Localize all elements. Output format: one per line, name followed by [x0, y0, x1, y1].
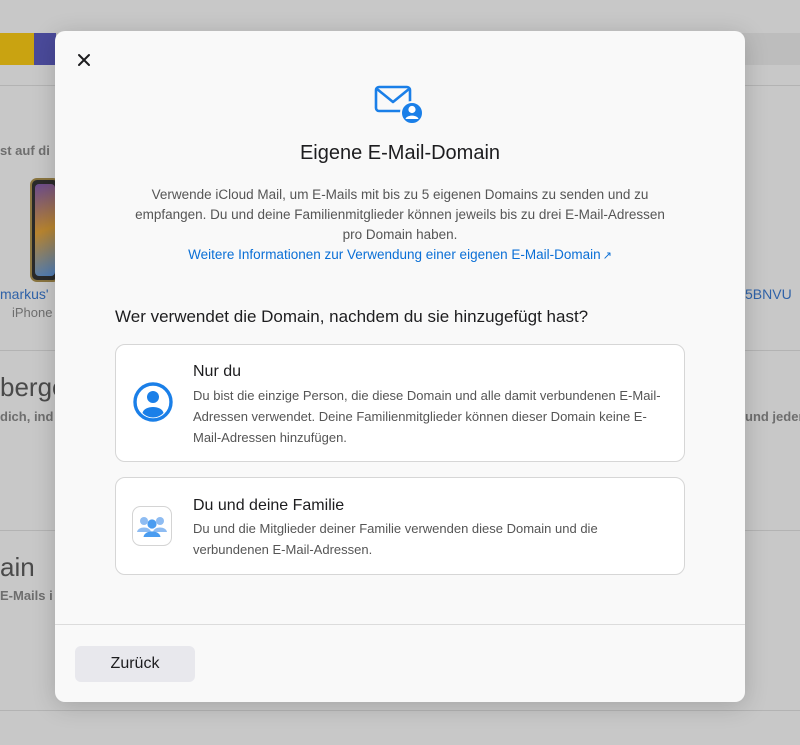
background-banner-purple — [34, 33, 56, 65]
back-button[interactable]: Zurück — [75, 646, 195, 682]
background-device-id: 5BNVU — [745, 286, 792, 302]
option-title: Nur du — [193, 363, 242, 380]
background-subtext-right: und jeder — [745, 409, 800, 424]
learn-more-link[interactable]: Weitere Informationen zur Verwendung ein… — [55, 247, 745, 262]
option-only-you[interactable]: Nur du Du bist die einzige Person, die d… — [115, 344, 685, 462]
dialog-title: Eigene E-Mail-Domain — [299, 142, 501, 164]
background-subtext: dich, ind — [0, 409, 54, 424]
background-device-name: markus' — [0, 286, 49, 302]
background-section-text: st auf di — [0, 143, 50, 158]
background-divider — [0, 710, 800, 711]
background-heading: ain — [0, 552, 35, 582]
background-banner-yellow — [0, 33, 34, 65]
background-device-type: iPhone — [12, 305, 53, 320]
custom-domain-dialog: Eigene E-Mail-Domain Verwende iCloud Mai… — [55, 31, 745, 702]
mail-person-icon — [374, 85, 424, 125]
close-button[interactable] — [73, 49, 95, 71]
option-description: Du bist die einzige Person, die diese Do… — [193, 388, 661, 445]
close-icon — [78, 54, 90, 66]
family-icon — [132, 506, 172, 546]
option-description: Du und die Mitglieder deiner Familie ver… — [193, 521, 598, 557]
external-link-arrow-icon: ↗ — [602, 250, 612, 262]
background-subtext: E-Mails i — [0, 588, 53, 603]
option-you-and-family[interactable]: Du und deine Familie Du und die Mitglied… — [115, 477, 685, 575]
footer-divider — [55, 624, 745, 625]
option-title: Du und deine Familie — [193, 497, 345, 514]
person-circle-icon — [133, 382, 173, 422]
learn-more-link-text: Weitere Informationen zur Verwendung ein… — [188, 247, 601, 262]
dialog-description: Verwende iCloud Mail, um E-Mails mit bis… — [135, 187, 665, 242]
usage-question: Wer verwendet die Domain, nachdem du sie… — [115, 307, 589, 326]
